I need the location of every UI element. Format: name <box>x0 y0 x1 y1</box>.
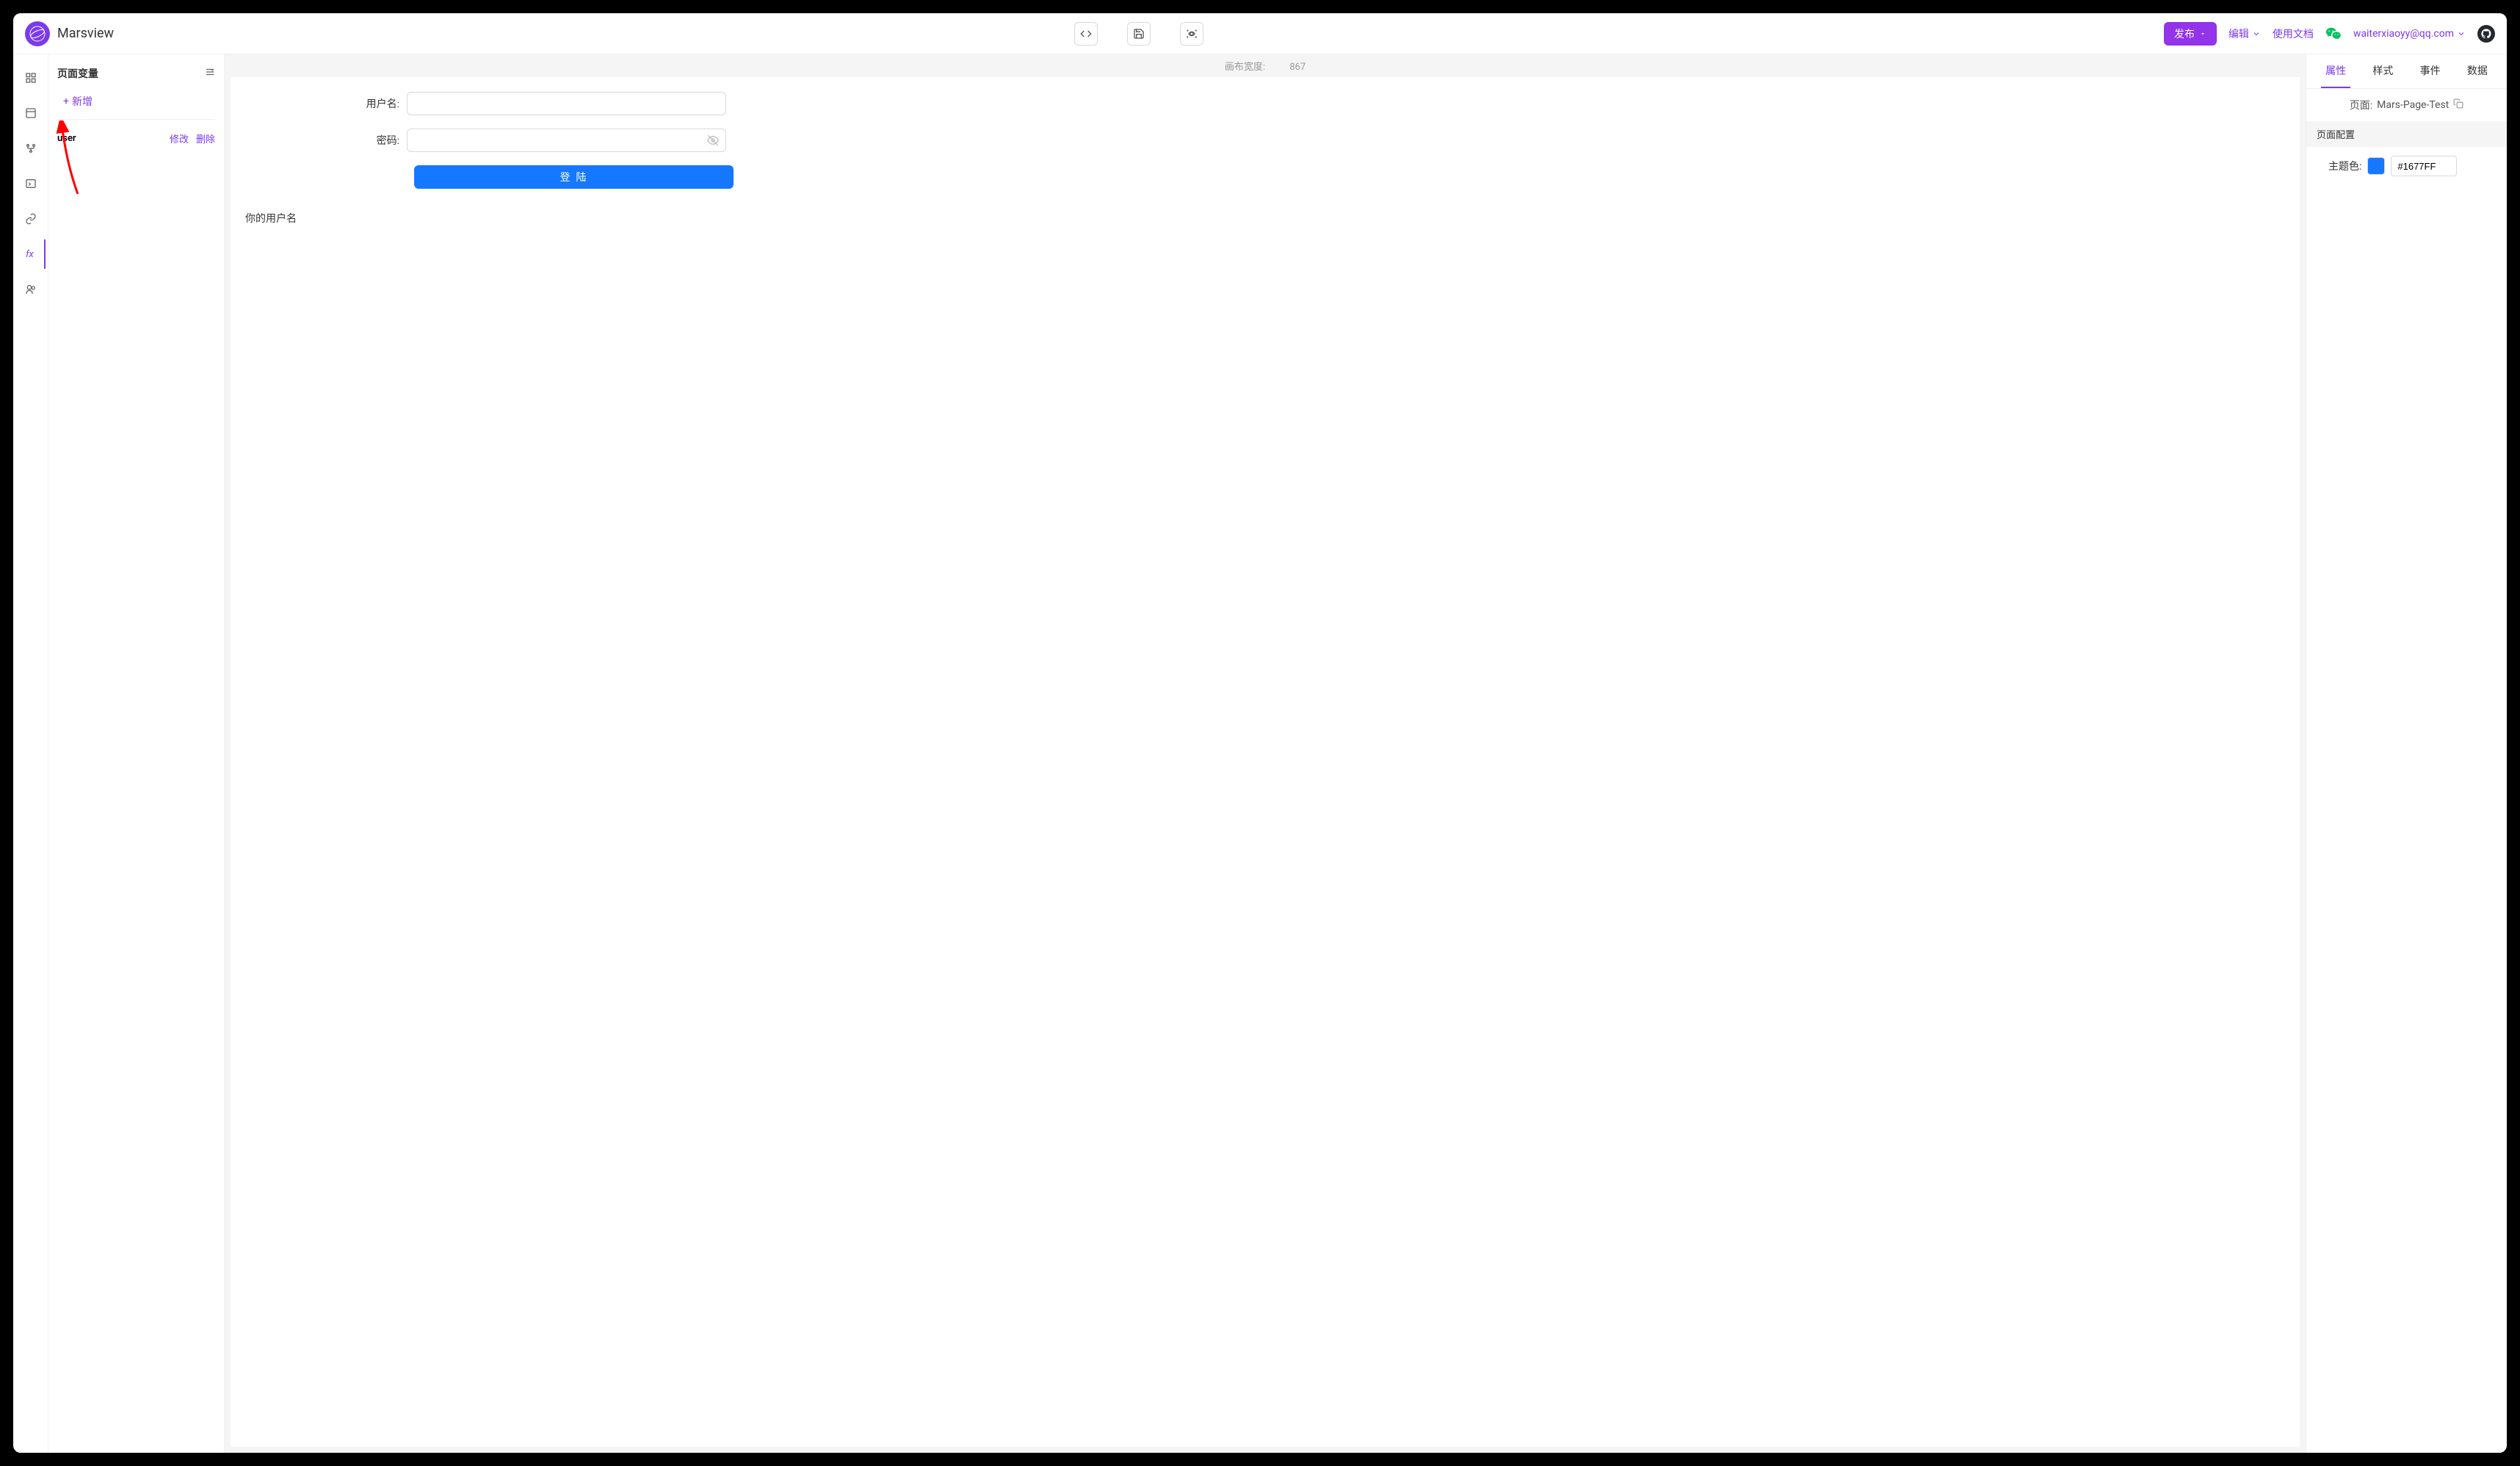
variable-delete-button[interactable]: 删除 <box>196 131 215 145</box>
collapse-icon[interactable] <box>205 67 215 80</box>
preview-button[interactable] <box>1180 22 1203 46</box>
github-icon[interactable] <box>2477 25 2495 43</box>
rail-components[interactable] <box>16 63 46 93</box>
docs-link[interactable]: 使用文档 <box>2273 26 2314 41</box>
variable-edit-button[interactable]: 修改 <box>170 131 189 145</box>
username-input[interactable] <box>407 92 726 115</box>
tab-style[interactable]: 样式 <box>2368 54 2397 88</box>
publish-button[interactable]: 发布 <box>2164 22 2217 46</box>
edit-label: 编辑 <box>2228 26 2249 41</box>
canvas-header: 画布宽度: 867 <box>225 54 2306 77</box>
tab-event[interactable]: 事件 <box>2416 54 2445 88</box>
page-name-value: Mars-Page-Test <box>2377 99 2449 111</box>
user-email-dropdown[interactable]: waiterxiaoyy@qq.com <box>2353 28 2466 40</box>
tab-data[interactable]: 数据 <box>2463 54 2492 88</box>
tab-attributes[interactable]: 属性 <box>2321 54 2350 88</box>
save-button[interactable] <box>1127 22 1151 46</box>
config-section-title: 页面配置 <box>2306 121 2507 147</box>
rail-tree[interactable] <box>16 134 46 163</box>
variable-row: user 修改 删除 <box>57 130 215 147</box>
user-email: waiterxiaoyy@qq.com <box>2353 28 2454 40</box>
add-label: 新增 <box>72 94 93 109</box>
password-input[interactable] <box>407 129 726 152</box>
properties-panel: 属性 样式 事件 数据 页面: Mars-Page-Test 页面配置 主题色: <box>2306 54 2507 1453</box>
canvas-content[interactable]: 用户名: 密码: 登 陆 你的用户名 <box>231 77 2300 1447</box>
eye-off-icon[interactable] <box>707 134 719 149</box>
canvas-area: 画布宽度: 867 用户名: 密码: 登 陆 <box>225 54 2306 1453</box>
rail-users[interactable] <box>16 275 46 304</box>
plus-icon: + <box>63 95 69 107</box>
chevron-down-icon <box>2457 29 2466 38</box>
var-panel-title: 页面变量 <box>57 66 98 81</box>
canvas-width-value: 867 <box>1289 62 1306 73</box>
add-variable-button[interactable]: + 新增 <box>57 90 215 113</box>
login-button[interactable]: 登 陆 <box>414 165 734 189</box>
rail-variables[interactable]: fx <box>16 239 46 269</box>
wechat-icon[interactable] <box>2325 26 2342 42</box>
chevron-down-icon <box>2252 29 2261 38</box>
canvas-width-label: 画布宽度: <box>1225 62 1265 73</box>
app-logo <box>25 21 50 46</box>
variable-name: user <box>57 133 76 144</box>
rail-layout[interactable] <box>16 98 46 128</box>
edit-link[interactable]: 编辑 <box>2228 26 2261 41</box>
copy-icon[interactable] <box>2453 98 2463 112</box>
page-name-label: 页面: <box>2350 98 2372 112</box>
color-swatch[interactable] <box>2367 157 2385 175</box>
publish-label: 发布 <box>2174 26 2195 41</box>
theme-color-input[interactable] <box>2391 156 2457 176</box>
password-label: 密码: <box>245 133 407 148</box>
app-header: Marsview 发布 编辑 使用文档 <box>13 13 2507 54</box>
canvas-body-text: 你的用户名 <box>245 211 2285 225</box>
brand-name: Marsview <box>57 26 114 41</box>
username-label: 用户名: <box>245 96 407 111</box>
sidebar-rail: fx <box>13 54 48 1453</box>
rail-terminal[interactable] <box>16 169 46 198</box>
theme-color-label: 主题色: <box>2328 159 2361 173</box>
code-button[interactable] <box>1074 22 1098 46</box>
rail-api[interactable] <box>16 204 46 234</box>
variables-panel: 页面变量 + 新增 user 修改 删除 <box>48 54 225 1453</box>
caret-down-icon <box>2199 30 2206 37</box>
